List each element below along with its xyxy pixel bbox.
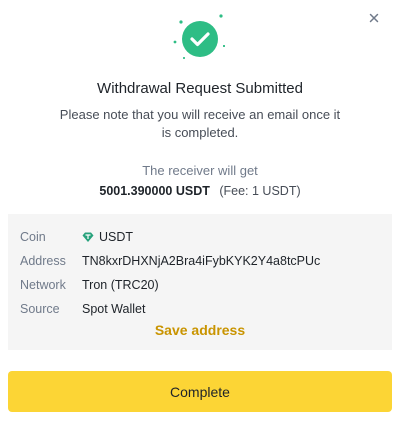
detail-value: TN8kxrDHXNjA2Bra4iFybKYK2Y4a8tcPUc: [82, 254, 321, 268]
detail-value: USDT: [82, 230, 133, 244]
detail-row-coin: Coin USDT: [20, 228, 133, 246]
fee-text: (Fee: 1 USDT): [219, 184, 301, 198]
detail-value: Spot Wallet: [82, 302, 146, 316]
detail-label: Address: [20, 254, 66, 268]
amount-line: 5001.390000 USDT (Fee: 1 USDT): [0, 184, 400, 198]
email-notice: Please note that you will receive an ema…: [59, 107, 341, 140]
detail-label: Source: [20, 302, 60, 316]
receiver-label: The receiver will get: [142, 163, 258, 178]
detail-row-source: Source Spot Wallet: [20, 300, 145, 318]
receive-amount: 5001.390000 USDT: [99, 184, 210, 198]
save-address-link[interactable]: Save address: [8, 322, 392, 338]
success-check-icon: [165, 6, 235, 68]
detail-label: Network: [20, 278, 66, 292]
dialog-title: Withdrawal Request Submitted: [97, 80, 303, 97]
detail-row-address: Address TN8kxrDHXNjA2Bra4iFybKYK2Y4a8tcP…: [20, 252, 320, 270]
withdrawal-details-panel: Coin USDT Address TN8kxrDHXNjA2Bra4iFybK…: [8, 214, 392, 350]
detail-label: Coin: [20, 230, 46, 244]
detail-value: Tron (TRC20): [82, 278, 159, 292]
tether-diamond-icon: [82, 231, 94, 243]
complete-button[interactable]: Complete: [8, 371, 392, 412]
coin-name: USDT: [99, 230, 134, 244]
detail-row-network: Network Tron (TRC20): [20, 276, 159, 294]
close-button[interactable]: [364, 8, 384, 28]
close-icon: [369, 13, 379, 23]
